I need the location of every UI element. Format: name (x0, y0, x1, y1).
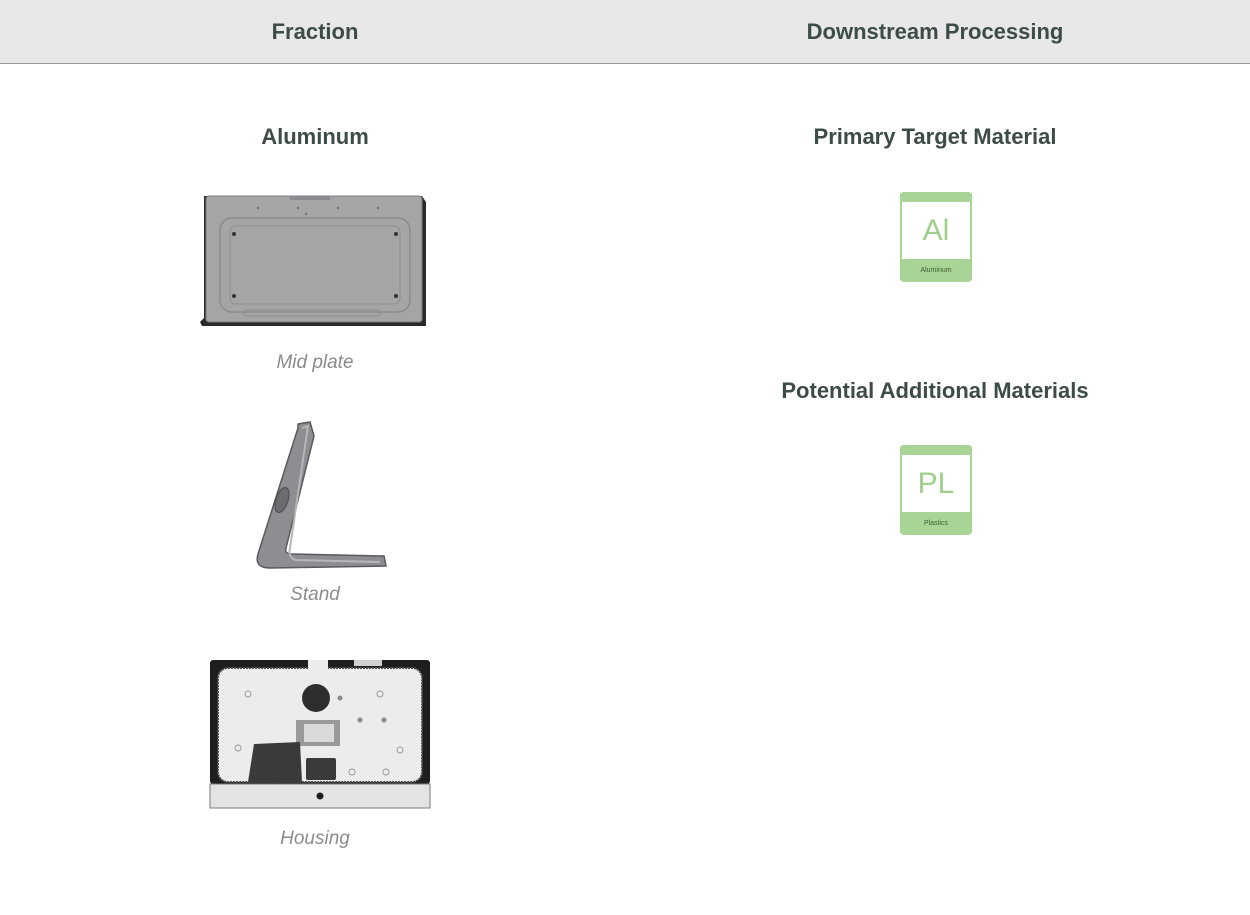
table-header: Fraction Downstream Processing (0, 0, 1250, 64)
tile-top-band (900, 445, 972, 455)
housing-image (209, 660, 431, 809)
material-symbol: Al (902, 202, 970, 259)
material-name: Plastics (923, 520, 949, 527)
stand-image (256, 421, 387, 569)
downstream-processing-column-header: Downstream Processing (806, 19, 1064, 44)
material-name: Aluminum (920, 267, 952, 274)
fraction-column-header: Fraction (271, 19, 359, 44)
material-tile-aluminum: Al Aluminum (900, 192, 972, 282)
mid-plate-caption: Mid plate (276, 352, 354, 373)
potential-additional-materials-title: Potential Additional Materials (781, 378, 1089, 403)
stand-caption: Stand (290, 584, 340, 605)
tile-top-band (900, 192, 972, 202)
housing-caption: Housing (280, 828, 350, 849)
material-tile-plastics: PL Plastics (900, 445, 972, 535)
material-symbol: PL (902, 455, 970, 512)
fraction-title: Aluminum (261, 124, 369, 149)
primary-target-material-title: Primary Target Material (813, 124, 1057, 149)
mid-plate-image (200, 195, 426, 326)
